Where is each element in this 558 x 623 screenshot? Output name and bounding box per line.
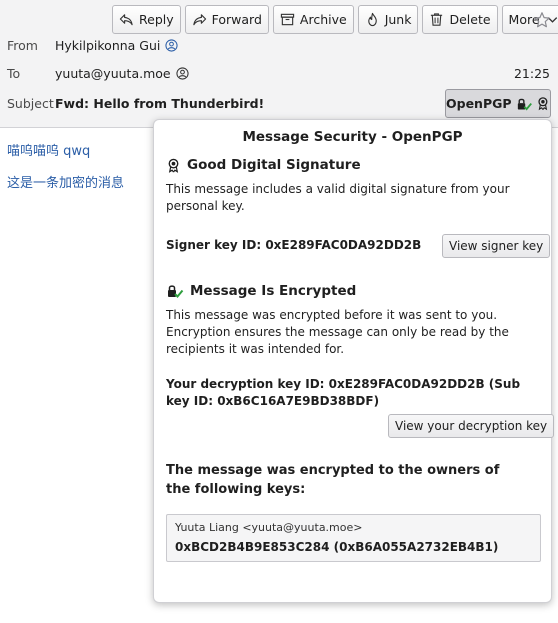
from-value-wrap: Hykilpikonna Gui [55, 38, 178, 53]
from-label: From [7, 38, 38, 53]
recipients-title: The message was encrypted to the owners … [166, 463, 500, 497]
delete-button[interactable]: Delete [422, 5, 498, 34]
forward-label: Forward [211, 12, 262, 27]
to-value[interactable]: yuuta@yuuta.moe [55, 66, 171, 81]
message-body-line-1: 喵呜喵呜 qwq [7, 144, 91, 159]
signature-heading: Good Digital Signature [166, 157, 361, 173]
message-header: Reply Forward Archive Junk Delete More F… [0, 0, 558, 128]
reply-label: Reply [139, 12, 174, 27]
message-time: 21:25 [513, 66, 550, 81]
encrypted-lock-icon [168, 285, 184, 298]
to-label: To [7, 66, 21, 81]
archive-icon [280, 13, 295, 26]
signature-heading-text: Good Digital Signature [187, 157, 361, 173]
archive-button[interactable]: Archive [272, 5, 354, 34]
encrypted-lock-icon [517, 98, 532, 110]
message-security-panel: Message Security - OpenPGP Good Digital … [153, 119, 555, 603]
to-value-wrap: yuuta@yuuta.moe [55, 66, 189, 81]
trash-icon [431, 13, 443, 26]
address-book-icon[interactable] [165, 39, 178, 52]
message-body-line-2: 这是一条加密的消息 [7, 176, 125, 191]
subject-row: Subject Fwd: Hello from Thunderbird! [7, 96, 264, 111]
junk-button[interactable]: Junk [357, 5, 419, 34]
subject-label: Subject [7, 96, 54, 111]
encryption-heading: Message Is Encrypted [166, 283, 356, 299]
subject-value: Fwd: Hello from Thunderbird! [55, 96, 265, 111]
recipient-key-id: 0xBCD2B4B9E853C284 (0xB6A055A2732EB4B1) [175, 540, 499, 554]
recipient-key-item: Yuuta Liang <yuuta@yuuta.moe> 0xBCD2B4B9… [166, 514, 541, 562]
reply-icon [119, 14, 133, 26]
decryption-key-id: Your decryption key ID: 0xE289FAC0DA92DD… [166, 377, 521, 408]
forward-button[interactable]: Forward [184, 5, 269, 34]
to-row: To yuuta@yuuta.moe [7, 66, 189, 81]
from-row: From Hykilpikonna Gui [7, 38, 178, 53]
contact-icon[interactable] [176, 67, 189, 80]
view-signer-key-button[interactable]: View signer key [442, 234, 551, 258]
signature-seal-icon [168, 158, 179, 173]
forward-icon [192, 14, 206, 26]
archive-label: Archive [299, 12, 347, 27]
reply-button[interactable]: Reply [112, 5, 181, 34]
recipient-name: Yuuta Liang <yuuta@yuuta.moe> [175, 521, 363, 534]
from-value[interactable]: Hykilpikonna Gui [55, 38, 160, 53]
panel-title: Message Security - OpenPGP [242, 129, 463, 145]
junk-label: Junk [384, 12, 412, 27]
view-decryption-key-button[interactable]: View your decryption key [388, 414, 555, 438]
openpgp-label: OpenPGP [446, 96, 512, 111]
encryption-heading-text: Message Is Encrypted [190, 283, 357, 299]
star-icon[interactable] [533, 11, 551, 29]
openpgp-button[interactable]: OpenPGP [445, 89, 551, 118]
signature-description: This message includes a valid digital si… [166, 182, 510, 213]
encryption-description: This message was encrypted before it was… [166, 308, 509, 356]
message-toolbar: Reply Forward Archive Junk Delete More [112, 5, 558, 34]
junk-flame-icon [367, 12, 377, 27]
signature-seal-icon [538, 97, 548, 111]
delete-label: Delete [449, 12, 491, 27]
